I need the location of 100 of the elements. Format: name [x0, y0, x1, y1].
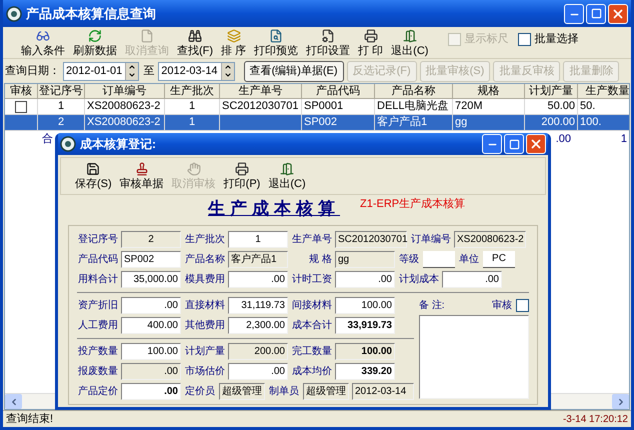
up-icon[interactable]: [128, 63, 136, 71]
field-label: 产品名称: [184, 252, 225, 266]
start-date-field[interactable]: 2012-01-01: [63, 62, 140, 80]
door-icon: [402, 29, 417, 43]
close-button[interactable]: [608, 4, 628, 24]
input-field[interactable]: .00: [228, 270, 288, 288]
printer-icon: [364, 29, 378, 43]
remark-field[interactable]: [419, 315, 529, 399]
input-field[interactable]: 31,119.73: [228, 296, 288, 314]
table-cell-text: XS20080623-2: [87, 99, 160, 114]
table-cell-text: 2: [58, 115, 64, 130]
toolbar-button[interactable]: 退出(C): [264, 162, 310, 190]
input-field[interactable]: .00: [442, 270, 502, 288]
input-field[interactable]: 33,919.73: [335, 316, 395, 334]
range-separator: 至: [142, 64, 156, 79]
toolbar-button[interactable]: 查找(F): [173, 29, 218, 58]
input-field[interactable]: 339.20: [335, 362, 395, 380]
toolbar-button[interactable]: 刷新数据: [69, 29, 121, 58]
field-label: 计划成本: [398, 272, 439, 286]
input-field[interactable]: SC2012030701: [335, 230, 407, 248]
input-field[interactable]: 100.00: [335, 342, 395, 360]
input-field[interactable]: .00: [335, 270, 395, 288]
input-field[interactable]: 超级管理: [303, 382, 349, 400]
table-row[interactable]: 1 XS20080623-2 1 SC2012030701 SP0001 DELL电脑光盘 720M 50.00 50.: [5, 99, 629, 115]
checkbox-label: 显示标尺: [464, 32, 508, 48]
toolbar-button[interactable]: 保存(S): [71, 162, 116, 190]
input-field[interactable]: 400.00: [121, 316, 181, 334]
document-search-icon: [269, 29, 284, 43]
toolbar-button[interactable]: 输入条件: [17, 29, 69, 58]
input-field[interactable]: PC: [483, 250, 515, 268]
table-cell-text: XS20080623-2: [87, 115, 160, 130]
maximize-button[interactable]: [586, 4, 606, 24]
minimize-button[interactable]: [482, 134, 502, 154]
form-heading: 生产成本核算: [208, 198, 340, 220]
query-button[interactable]: 查看(编辑)单据(E): [244, 60, 344, 82]
status-time: -3-14 17:20:12: [562, 412, 628, 426]
toolbar-button[interactable]: 排 序: [217, 29, 250, 58]
dialog-title: 成本核算登记:: [80, 136, 157, 153]
checkbox[interactable]: [15, 100, 27, 112]
down-icon[interactable]: [224, 71, 232, 79]
table-cell-text: 1: [620, 132, 627, 147]
input-field[interactable]: 1: [228, 230, 288, 248]
field-label: 生产单号: [291, 232, 332, 246]
field-label: 等级: [398, 252, 420, 266]
toolbar-button[interactable]: 退出(C): [387, 29, 432, 58]
document-gear-icon: [321, 29, 336, 43]
field-label: 计时工资: [291, 272, 332, 286]
input-field[interactable]: .00: [121, 362, 181, 380]
field-label: 模具费用: [184, 272, 225, 286]
input-field[interactable]: .00: [121, 382, 181, 400]
field-label: 制单员: [268, 384, 300, 398]
input-field[interactable]: 100.00: [121, 342, 181, 360]
toolbar-button[interactable]: 打 印: [354, 29, 388, 58]
remark-label: 备 注:: [419, 298, 445, 312]
table-row[interactable]: 2 XS20080623-2 1 SP002 客户产品1 gg 200.00 100.: [5, 115, 629, 131]
input-field[interactable]: .00: [228, 362, 288, 380]
input-field[interactable]: 2,300.00: [228, 316, 288, 334]
input-field[interactable]: 2012-03-14: [352, 382, 414, 400]
table-cell-text: SP002: [304, 115, 338, 130]
maximize-button[interactable]: [504, 134, 524, 154]
close-button[interactable]: [526, 134, 546, 154]
field-label: 投产数量: [77, 344, 118, 358]
input-field[interactable]: 35,000.00: [121, 270, 181, 288]
input-field[interactable]: 2: [121, 230, 181, 248]
binoculars-icon: [188, 29, 202, 43]
input-field[interactable]: 超级管理: [219, 382, 265, 400]
audit-checkbox[interactable]: [516, 298, 529, 312]
end-date-field[interactable]: 2012-03-14: [158, 62, 235, 80]
scroll-right-button[interactable]: [612, 394, 629, 409]
input-field[interactable]: gg: [335, 250, 395, 268]
input-field[interactable]: 200.00: [228, 342, 288, 360]
toolbar-button[interactable]: 打印(P): [220, 162, 264, 190]
input-field[interactable]: .00: [121, 296, 181, 314]
table-cell-text: 1: [188, 99, 196, 114]
input-field[interactable]: [423, 250, 455, 268]
field-label: 报废数量: [77, 364, 118, 378]
field-label: 人工费用: [77, 318, 118, 332]
checkbox-label: 批量选择: [534, 32, 578, 48]
field-label: 用料合计: [77, 272, 118, 286]
scroll-left-button[interactable]: [5, 394, 22, 409]
toolbar-button[interactable]: 打印设置: [302, 29, 354, 58]
up-icon[interactable]: [224, 63, 232, 71]
table-cell-text: SC2012030701: [222, 99, 298, 114]
checkbox[interactable]: [518, 33, 532, 46]
input-field[interactable]: 客户产品1: [228, 250, 288, 268]
table-cell-text: SP0001: [304, 99, 344, 114]
table-cell-text: 50.00: [547, 99, 575, 114]
app-icon: [6, 6, 22, 22]
field-label: 资产折旧: [77, 298, 118, 312]
input-field[interactable]: SP002: [121, 250, 181, 268]
field-label: 定价员: [184, 384, 216, 398]
toolbar-button[interactable]: 打印预览: [250, 29, 302, 58]
field-label: 直接材料: [184, 298, 225, 312]
down-icon[interactable]: [128, 71, 136, 79]
input-field[interactable]: XS20080623-2: [454, 230, 526, 248]
field-label: 单位: [458, 252, 480, 266]
minimize-button[interactable]: [564, 4, 584, 24]
door-icon: [280, 162, 294, 176]
input-field[interactable]: 100.00: [335, 296, 395, 314]
toolbar-button[interactable]: 审核单据: [116, 162, 168, 190]
